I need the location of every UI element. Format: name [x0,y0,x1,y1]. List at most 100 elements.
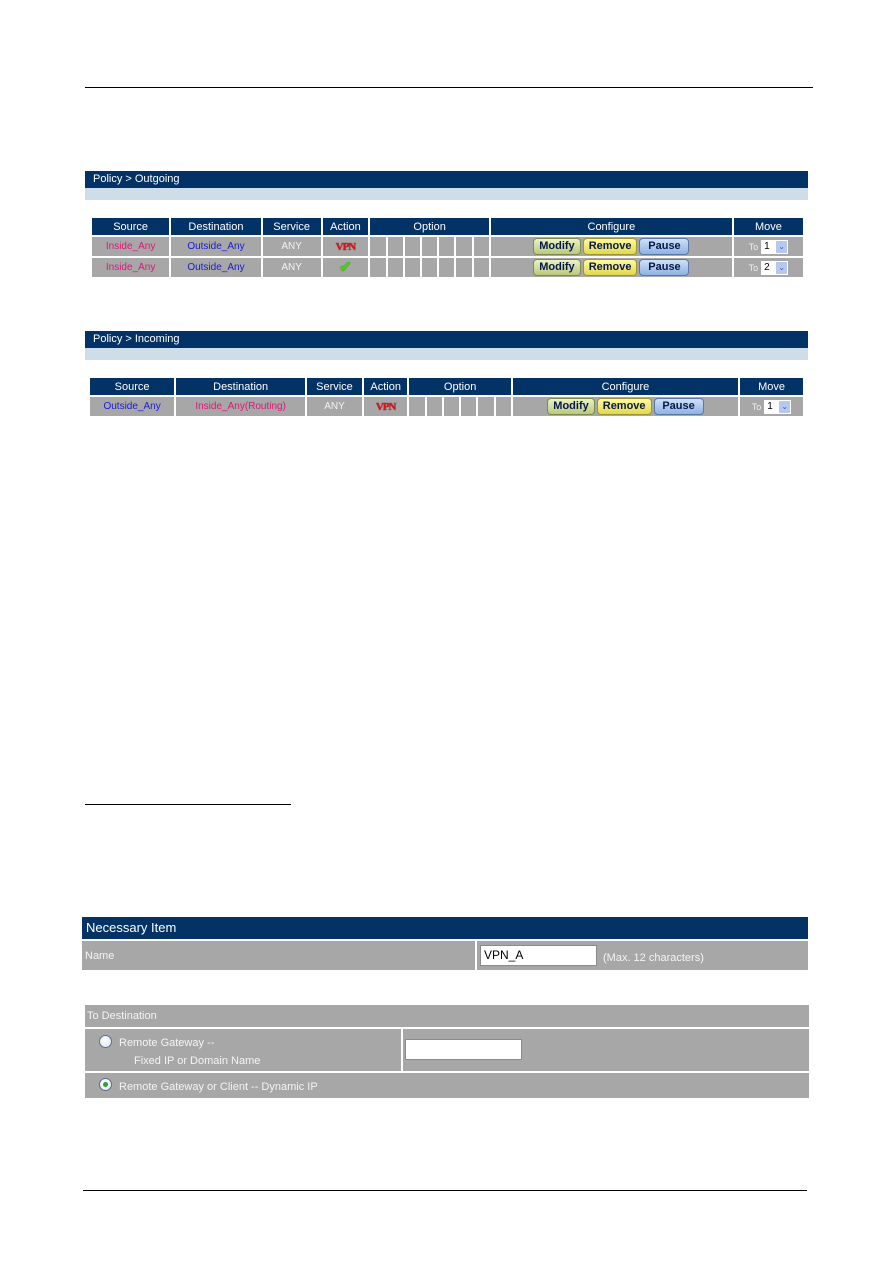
remove-button[interactable]: Remove [582,259,638,276]
col-option: Option [370,218,489,235]
configure-cell: Modify Remove Pause [512,397,739,416]
option-cell [495,397,511,416]
modify-button[interactable]: Modify [533,259,581,276]
option-cell [473,258,489,277]
option-cell [404,237,420,256]
option-cell [409,397,425,416]
fixed-ip-label-line2: Fixed IP or Domain Name [134,1055,261,1067]
move-position-select[interactable]: 1 ⌄ [764,399,792,414]
necessary-item-header: Necessary Item [82,917,808,939]
header-rule [85,87,813,88]
pause-button[interactable]: Pause [639,238,690,255]
incoming-panel-title: Policy > Incoming [85,331,808,348]
action-cell: ✔ [322,258,369,277]
fixed-ip-radio[interactable] [99,1035,112,1048]
footnote-rule [85,804,291,805]
remote-gateway-input[interactable] [405,1039,522,1060]
dynamic-ip-radio[interactable] [99,1078,112,1091]
option-cell [422,258,438,277]
option-cell [370,258,386,277]
table-header-row: Source Destination Service Action Option… [90,378,803,395]
outgoing-policy-table: Source Destination Service Action Option… [90,216,805,279]
move-cell: To 2 ⌄ [733,258,803,277]
dynamic-ip-label: Remote Gateway or Client -- Dynamic IP [119,1081,318,1093]
source-cell[interactable]: Inside_Any [92,237,170,256]
move-position-value: 2 [764,261,770,273]
remove-button[interactable]: Remove [596,398,652,415]
action-cell: VPN [322,237,369,256]
option-cell [426,397,442,416]
destination-cell[interactable]: Inside_Any(Routing) [176,397,306,416]
move-to-label: To [751,401,762,412]
col-source: Source [90,378,175,395]
service-cell: ANY [307,397,362,416]
name-hint: (Max. 12 characters) [603,952,704,964]
move-to-label: To [748,262,759,273]
option-cell [439,237,455,256]
col-option: Option [409,378,511,395]
configure-cell: Modify Remove Pause [490,258,732,277]
destination-cell[interactable]: Outside_Any [171,258,261,277]
source-cell[interactable]: Inside_Any [92,258,170,277]
name-input[interactable]: VPN_A [480,945,597,966]
option-cell [461,397,477,416]
vpn-icon: VPN [335,240,357,253]
col-configure: Configure [490,218,732,235]
col-configure: Configure [512,378,739,395]
option-cell [456,258,472,277]
option-cell [443,397,460,416]
destination-cell[interactable]: Outside_Any [171,237,261,256]
fixed-ip-label-line1: Remote Gateway -- [119,1037,215,1049]
fixed-ip-input-cell [403,1029,809,1071]
to-destination-title: To Destination [87,1010,157,1022]
col-action: Action [363,378,408,395]
modify-button[interactable]: Modify [547,398,595,415]
incoming-panel-subbar [85,348,808,360]
modify-button[interactable]: Modify [533,238,581,255]
move-position-value: 1 [764,240,770,252]
option-cell [439,258,455,277]
outgoing-panel-title: Policy > Outgoing [85,171,808,188]
move-position-select[interactable]: 2 ⌄ [761,260,789,275]
action-cell: VPN [363,397,408,416]
service-cell: ANY [262,237,321,256]
col-destination: Destination [171,218,261,235]
option-cell [370,237,386,256]
col-move: Move [733,218,803,235]
chevron-down-icon[interactable]: ⌄ [776,261,788,274]
col-service: Service [262,218,321,235]
pause-button[interactable]: Pause [653,398,704,415]
option-cell [387,258,403,277]
table-row: Inside_Any Outside_Any ANY VPN Modify Rem… [92,237,803,256]
chevron-down-icon[interactable]: ⌄ [779,400,791,413]
name-label-cell: Name [82,941,475,970]
vpn-icon: VPN [375,400,397,413]
table-header-row: Source Destination Service Action Option… [92,218,803,235]
col-source: Source [92,218,170,235]
incoming-policy-table: Source Destination Service Action Option… [88,376,805,418]
move-cell: To 1 ⌄ [740,397,803,416]
chevron-down-icon[interactable]: ⌄ [776,240,788,253]
option-cell [478,397,494,416]
pause-button[interactable]: Pause [639,259,690,276]
fixed-ip-option-cell: Remote Gateway -- Fixed IP or Domain Nam… [85,1029,401,1071]
footer-rule [83,1190,807,1191]
name-value-cell: VPN_A (Max. 12 characters) [477,941,808,970]
remove-button[interactable]: Remove [582,238,638,255]
configure-cell: Modify Remove Pause [490,237,732,256]
move-position-select[interactable]: 1 ⌄ [761,239,789,254]
to-destination-header: To Destination [85,1005,809,1027]
table-row: Inside_Any Outside_Any ANY ✔ Modify Remov… [92,258,803,277]
move-to-label: To [748,241,759,252]
outgoing-panel-subbar [85,188,808,200]
col-service: Service [307,378,362,395]
move-position-value: 1 [767,400,773,412]
option-cell [473,237,489,256]
dynamic-ip-option-row: Remote Gateway or Client -- Dynamic IP [85,1073,809,1098]
option-cell [422,237,438,256]
col-move: Move [740,378,803,395]
name-label: Name [85,950,115,962]
option-cell [404,258,420,277]
source-cell[interactable]: Outside_Any [90,397,175,416]
move-cell: To 1 ⌄ [733,237,803,256]
